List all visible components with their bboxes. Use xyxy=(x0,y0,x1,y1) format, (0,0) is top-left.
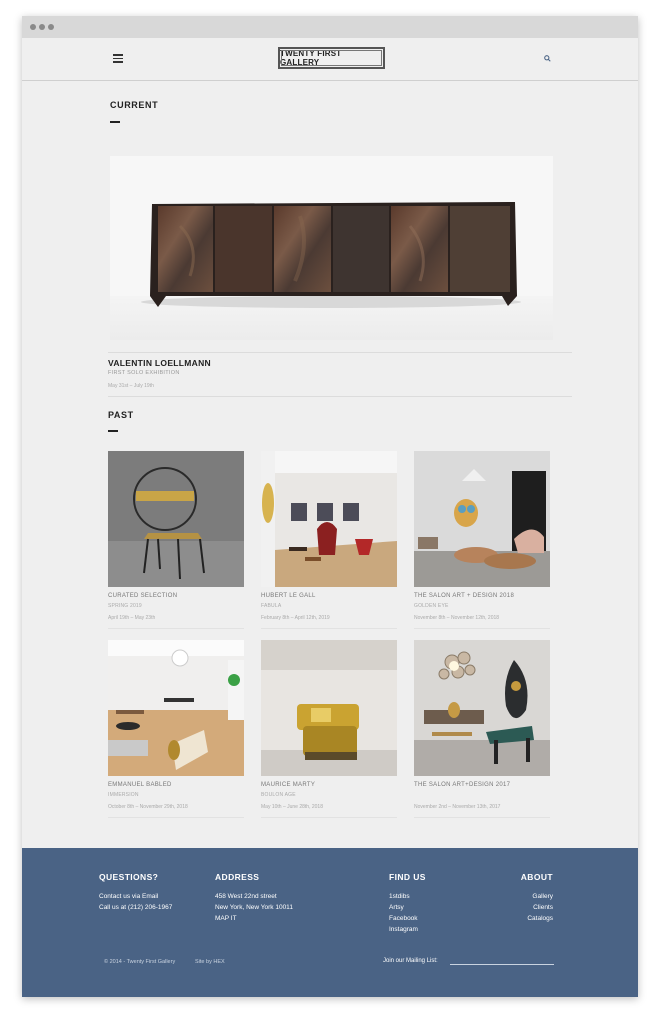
window-dot-icon[interactable] xyxy=(30,24,36,30)
past-exhibition-card[interactable]: THE SALON ART+DESIGN 2017 November 2nd –… xyxy=(414,640,550,818)
card-subtitle: FABULA xyxy=(261,603,282,609)
past-exhibition-card[interactable]: CURATED SELECTION SPRING 2019 April 19th… xyxy=(108,451,244,629)
window-titlebar xyxy=(22,16,638,38)
search-icon[interactable] xyxy=(544,55,551,62)
footer-questions-heading: QUESTIONS? xyxy=(99,872,159,882)
footer-link-instagram[interactable]: Instagram xyxy=(389,926,418,933)
past-exhibition-card[interactable]: THE SALON ART + DESIGN 2018 GOLDEN EYE N… xyxy=(414,451,550,629)
card-subtitle: IMMERSION xyxy=(108,792,139,798)
card-divider xyxy=(414,628,550,629)
current-artist[interactable]: VALENTIN LOELLMANN xyxy=(108,358,211,368)
page-content: TWENTY FIRST GALLERY CURRENT VALENTIN LO… xyxy=(22,38,638,997)
card-dates: November 2nd – November 13th, 2017 xyxy=(414,804,501,810)
card-artist[interactable]: CURATED SELECTION xyxy=(108,593,177,599)
window-dot-icon[interactable] xyxy=(39,24,45,30)
footer-link-1stdibs[interactable]: 1stdibs xyxy=(389,893,410,900)
address-line: 458 West 22nd street xyxy=(215,893,277,900)
section-dash xyxy=(110,121,120,123)
mailing-list-label: Join our Mailing List: xyxy=(383,958,438,964)
footer-link-gallery[interactable]: Gallery xyxy=(532,893,553,900)
window-dot-icon[interactable] xyxy=(48,24,54,30)
past-exhibition-card[interactable]: MAURICE MARTY BOULON AGE May 10th – June… xyxy=(261,640,397,818)
exhibition-thumbnail[interactable] xyxy=(108,451,244,587)
exhibition-thumbnail[interactable] xyxy=(414,451,550,587)
card-artist[interactable]: MAURICE MARTY xyxy=(261,782,315,788)
address-line: New York, New York 10011 xyxy=(215,904,293,911)
top-nav: TWENTY FIRST GALLERY xyxy=(22,38,638,81)
contact-phone-link[interactable]: Call us at (212) 206-1967 xyxy=(99,904,172,911)
browser-window: TWENTY FIRST GALLERY CURRENT VALENTIN LO… xyxy=(22,16,638,997)
card-dates: February 8th – April 12th, 2019 xyxy=(261,615,330,621)
past-section-title: PAST xyxy=(108,410,134,420)
divider xyxy=(108,396,572,397)
current-dates: May 31st – July 19th xyxy=(108,383,154,389)
card-subtitle: BOULON AGE xyxy=(261,792,296,798)
logo-text: TWENTY FIRST GALLERY xyxy=(280,49,342,67)
sideboard-image xyxy=(110,156,553,340)
card-divider xyxy=(261,628,397,629)
footer-findus-heading: FIND US xyxy=(389,872,426,882)
card-artist[interactable]: EMMANUEL BABLED xyxy=(108,782,172,788)
footer-link-facebook[interactable]: Facebook xyxy=(389,915,418,922)
card-dates: April 19th – May 23th xyxy=(108,615,156,621)
footer-address-heading: ADDRESS xyxy=(215,872,260,882)
mailing-list-input[interactable] xyxy=(450,964,554,965)
card-artist[interactable]: THE SALON ART + DESIGN 2018 xyxy=(414,593,514,599)
footer-link-artsy[interactable]: Artsy xyxy=(389,904,404,911)
card-subtitle: GOLDEN EYE xyxy=(414,603,449,609)
exhibition-thumbnail[interactable] xyxy=(108,640,244,776)
card-divider xyxy=(108,817,244,818)
current-subtitle: FIRST SOLO EXHIBITION xyxy=(108,370,180,376)
exhibition-thumbnail[interactable] xyxy=(414,640,550,776)
card-artist[interactable]: THE SALON ART+DESIGN 2017 xyxy=(414,782,510,788)
card-dates: November 8th – November 12th, 2018 xyxy=(414,615,500,621)
hamburger-icon[interactable] xyxy=(113,54,123,63)
card-dates: May 10th – June 28th, 2018 xyxy=(261,804,323,810)
footer-link-catalogs[interactable]: Catalogs xyxy=(527,915,553,922)
current-exhibition-image[interactable] xyxy=(110,156,553,340)
footer-about-heading: ABOUT xyxy=(520,872,553,882)
section-dash xyxy=(108,430,118,432)
site-footer: QUESTIONS? Contact us via Email Call us … xyxy=(22,848,638,997)
site-by-link[interactable]: Site by HEX xyxy=(195,959,225,965)
card-artist[interactable]: HUBERT LE GALL xyxy=(261,593,316,599)
card-subtitle: SPRING 2019 xyxy=(108,603,142,609)
past-exhibition-card[interactable]: HUBERT LE GALL FABULA February 8th – Apr… xyxy=(261,451,397,629)
exhibition-thumbnail[interactable] xyxy=(261,451,397,587)
exhibition-thumbnail[interactable] xyxy=(261,640,397,776)
footer-link-clients[interactable]: Clients xyxy=(533,904,553,911)
contact-email-link[interactable]: Contact us via Email xyxy=(99,893,158,900)
card-dates: October 8th – November 29th, 2018 xyxy=(108,804,188,810)
card-divider xyxy=(261,817,397,818)
map-link[interactable]: MAP IT xyxy=(215,915,237,922)
gallery-logo[interactable]: TWENTY FIRST GALLERY xyxy=(278,47,385,69)
copyright-text: © 2014 - Twenty First Gallery xyxy=(104,959,176,965)
card-divider xyxy=(414,817,550,818)
current-section-title: CURRENT xyxy=(110,100,159,110)
card-divider xyxy=(108,628,244,629)
divider xyxy=(108,352,572,353)
past-exhibition-card[interactable]: EMMANUEL BABLED IMMERSION October 8th – … xyxy=(108,640,244,818)
